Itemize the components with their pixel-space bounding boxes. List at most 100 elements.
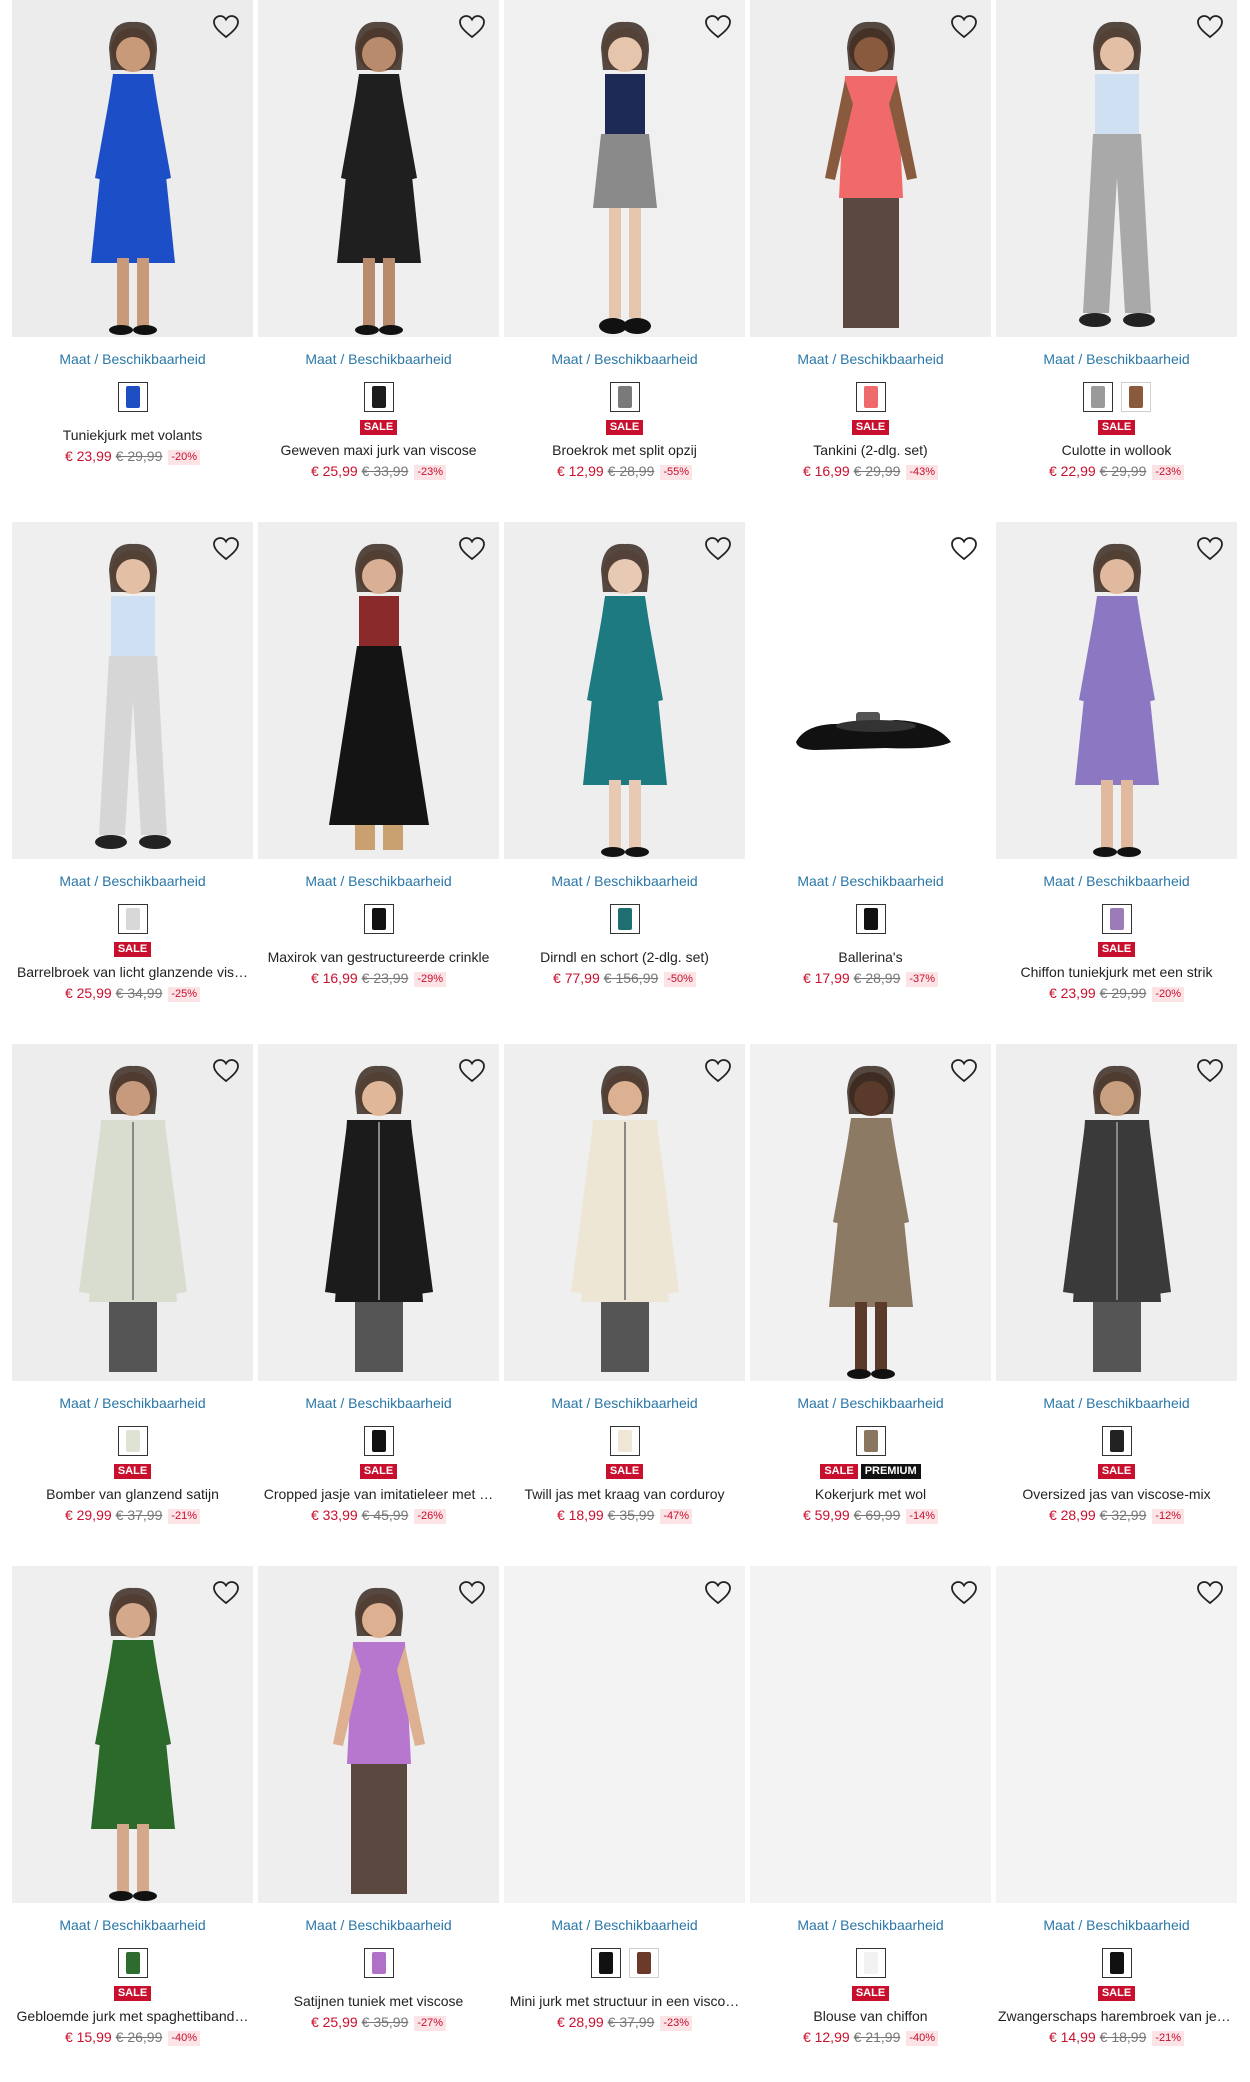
color-swatch[interactable] bbox=[628, 1948, 659, 1978]
wishlist-heart-icon[interactable] bbox=[701, 1576, 735, 1610]
product-name[interactable]: Blouse van chiffon bbox=[750, 2007, 991, 2025]
product-card[interactable]: Maat / Beschikbaarheid SALE Broekrok met s… bbox=[504, 0, 745, 522]
color-swatch[interactable] bbox=[855, 1426, 886, 1456]
color-swatch[interactable] bbox=[590, 1948, 621, 1978]
color-swatch[interactable] bbox=[1101, 904, 1132, 934]
product-image[interactable] bbox=[996, 1044, 1237, 1381]
size-availability-link[interactable]: Maat / Beschikbaarheid bbox=[996, 350, 1237, 368]
size-availability-link[interactable]: Maat / Beschikbaarheid bbox=[258, 350, 499, 368]
product-name[interactable]: Broekrok met split opzij bbox=[504, 441, 745, 459]
product-name[interactable]: Gebloemde jurk met spaghettiband… bbox=[12, 2007, 253, 2025]
color-swatch[interactable] bbox=[1082, 382, 1113, 412]
product-card[interactable]: Maat / Beschikbaarheid SALE Cropped jasje … bbox=[258, 1044, 499, 1566]
product-card[interactable]: Maat / Beschikbaarheid SALE Zwangerschaps … bbox=[996, 1566, 1237, 2082]
product-name[interactable]: Ballerina's bbox=[750, 948, 991, 966]
product-card[interactable]: Maat / Beschikbaarheid SALE Gebloemde jurk… bbox=[12, 1566, 253, 2082]
product-image[interactable] bbox=[750, 0, 991, 337]
size-availability-link[interactable]: Maat / Beschikbaarheid bbox=[504, 1916, 745, 1934]
wishlist-heart-icon[interactable] bbox=[947, 10, 981, 44]
product-card[interactable]: Maat / Beschikbaarheid SALE PREMIUM Kokerju… bbox=[750, 1044, 991, 1566]
color-swatch[interactable] bbox=[117, 382, 148, 412]
color-swatch[interactable] bbox=[363, 1426, 394, 1456]
wishlist-heart-icon[interactable] bbox=[1193, 1576, 1227, 1610]
wishlist-heart-icon[interactable] bbox=[701, 532, 735, 566]
wishlist-heart-icon[interactable] bbox=[1193, 1054, 1227, 1088]
product-card[interactable]: Maat / Beschikbaarheid SALE Bomber van gla… bbox=[12, 1044, 253, 1566]
product-card[interactable]: Maat / Beschikbaarheid Dirndl en schort (… bbox=[504, 522, 745, 1044]
product-card[interactable]: Maat / Beschikbaarheid Mini jurk met stru… bbox=[504, 1566, 745, 2082]
size-availability-link[interactable]: Maat / Beschikbaarheid bbox=[258, 1916, 499, 1934]
product-card[interactable]: Maat / Beschikbaarheid Satijnen tuniek me… bbox=[258, 1566, 499, 2082]
product-card[interactable]: Maat / Beschikbaarheid Tuniekjurk met vol… bbox=[12, 0, 253, 522]
product-image[interactable] bbox=[504, 1566, 745, 1903]
wishlist-heart-icon[interactable] bbox=[701, 1054, 735, 1088]
product-name[interactable]: Kokerjurk met wol bbox=[750, 1485, 991, 1503]
product-name[interactable]: Satijnen tuniek met viscose bbox=[258, 1992, 499, 2010]
product-card[interactable]: Maat / Beschikbaarheid Maxirok van gestru… bbox=[258, 522, 499, 1044]
wishlist-heart-icon[interactable] bbox=[947, 1576, 981, 1610]
size-availability-link[interactable]: Maat / Beschikbaarheid bbox=[504, 350, 745, 368]
wishlist-heart-icon[interactable] bbox=[455, 10, 489, 44]
product-name[interactable]: Dirndl en schort (2-dlg. set) bbox=[504, 948, 745, 966]
product-name[interactable]: Chiffon tuniekjurk met een strik bbox=[996, 963, 1237, 981]
wishlist-heart-icon[interactable] bbox=[209, 1054, 243, 1088]
product-image[interactable] bbox=[258, 522, 499, 859]
product-card[interactable]: Maat / Beschikbaarheid SALE Culotte in wol… bbox=[996, 0, 1237, 522]
wishlist-heart-icon[interactable] bbox=[701, 10, 735, 44]
wishlist-heart-icon[interactable] bbox=[455, 1576, 489, 1610]
product-name[interactable]: Tuniekjurk met volants bbox=[12, 426, 253, 444]
size-availability-link[interactable]: Maat / Beschikbaarheid bbox=[12, 872, 253, 890]
product-image[interactable] bbox=[750, 1044, 991, 1381]
wishlist-heart-icon[interactable] bbox=[455, 532, 489, 566]
wishlist-heart-icon[interactable] bbox=[209, 10, 243, 44]
product-image[interactable] bbox=[12, 1566, 253, 1903]
product-name[interactable]: Geweven maxi jurk van viscose bbox=[258, 441, 499, 459]
product-name[interactable]: Cropped jasje van imitatieleer met … bbox=[258, 1485, 499, 1503]
product-card[interactable]: Maat / Beschikbaarheid SALE Barrelbroek va… bbox=[12, 522, 253, 1044]
size-availability-link[interactable]: Maat / Beschikbaarheid bbox=[504, 872, 745, 890]
size-availability-link[interactable]: Maat / Beschikbaarheid bbox=[996, 1916, 1237, 1934]
color-swatch[interactable] bbox=[855, 904, 886, 934]
color-swatch[interactable] bbox=[363, 904, 394, 934]
product-card[interactable]: Maat / Beschikbaarheid SALE Chiffon tuniek… bbox=[996, 522, 1237, 1044]
size-availability-link[interactable]: Maat / Beschikbaarheid bbox=[12, 350, 253, 368]
product-card[interactable]: Maat / Beschikbaarheid SALE Tankini (2-dlg… bbox=[750, 0, 991, 522]
size-availability-link[interactable]: Maat / Beschikbaarheid bbox=[12, 1394, 253, 1412]
product-image[interactable] bbox=[504, 522, 745, 859]
product-name[interactable]: Twill jas met kraag van corduroy bbox=[504, 1485, 745, 1503]
product-image[interactable] bbox=[258, 1566, 499, 1903]
product-card[interactable]: Maat / Beschikbaarheid SALE Geweven maxi j… bbox=[258, 0, 499, 522]
color-swatch[interactable] bbox=[363, 382, 394, 412]
wishlist-heart-icon[interactable] bbox=[947, 1054, 981, 1088]
size-availability-link[interactable]: Maat / Beschikbaarheid bbox=[750, 350, 991, 368]
color-swatch[interactable] bbox=[855, 382, 886, 412]
wishlist-heart-icon[interactable] bbox=[947, 532, 981, 566]
product-name[interactable]: Tankini (2-dlg. set) bbox=[750, 441, 991, 459]
product-image[interactable] bbox=[504, 1044, 745, 1381]
size-availability-link[interactable]: Maat / Beschikbaarheid bbox=[504, 1394, 745, 1412]
product-name[interactable]: Oversized jas van viscose-mix bbox=[996, 1485, 1237, 1503]
product-image[interactable] bbox=[258, 0, 499, 337]
wishlist-heart-icon[interactable] bbox=[1193, 532, 1227, 566]
wishlist-heart-icon[interactable] bbox=[209, 532, 243, 566]
product-card[interactable]: Maat / Beschikbaarheid SALE Twill jas met … bbox=[504, 1044, 745, 1566]
product-image[interactable] bbox=[504, 0, 745, 337]
color-swatch[interactable] bbox=[1101, 1426, 1132, 1456]
wishlist-heart-icon[interactable] bbox=[455, 1054, 489, 1088]
color-swatch[interactable] bbox=[609, 382, 640, 412]
product-name[interactable]: Bomber van glanzend satijn bbox=[12, 1485, 253, 1503]
product-name[interactable]: Culotte in wollook bbox=[996, 441, 1237, 459]
size-availability-link[interactable]: Maat / Beschikbaarheid bbox=[258, 1394, 499, 1412]
color-swatch[interactable] bbox=[609, 904, 640, 934]
wishlist-heart-icon[interactable] bbox=[209, 1576, 243, 1610]
product-card[interactable]: Maat / Beschikbaarheid SALE Blouse van chi… bbox=[750, 1566, 991, 2082]
product-image[interactable] bbox=[996, 522, 1237, 859]
size-availability-link[interactable]: Maat / Beschikbaarheid bbox=[750, 872, 991, 890]
size-availability-link[interactable]: Maat / Beschikbaarheid bbox=[258, 872, 499, 890]
product-image[interactable] bbox=[996, 1566, 1237, 1903]
product-image[interactable] bbox=[12, 1044, 253, 1381]
color-swatch[interactable] bbox=[363, 1948, 394, 1978]
color-swatch[interactable] bbox=[117, 1426, 148, 1456]
color-swatch[interactable] bbox=[117, 1948, 148, 1978]
size-availability-link[interactable]: Maat / Beschikbaarheid bbox=[996, 872, 1237, 890]
